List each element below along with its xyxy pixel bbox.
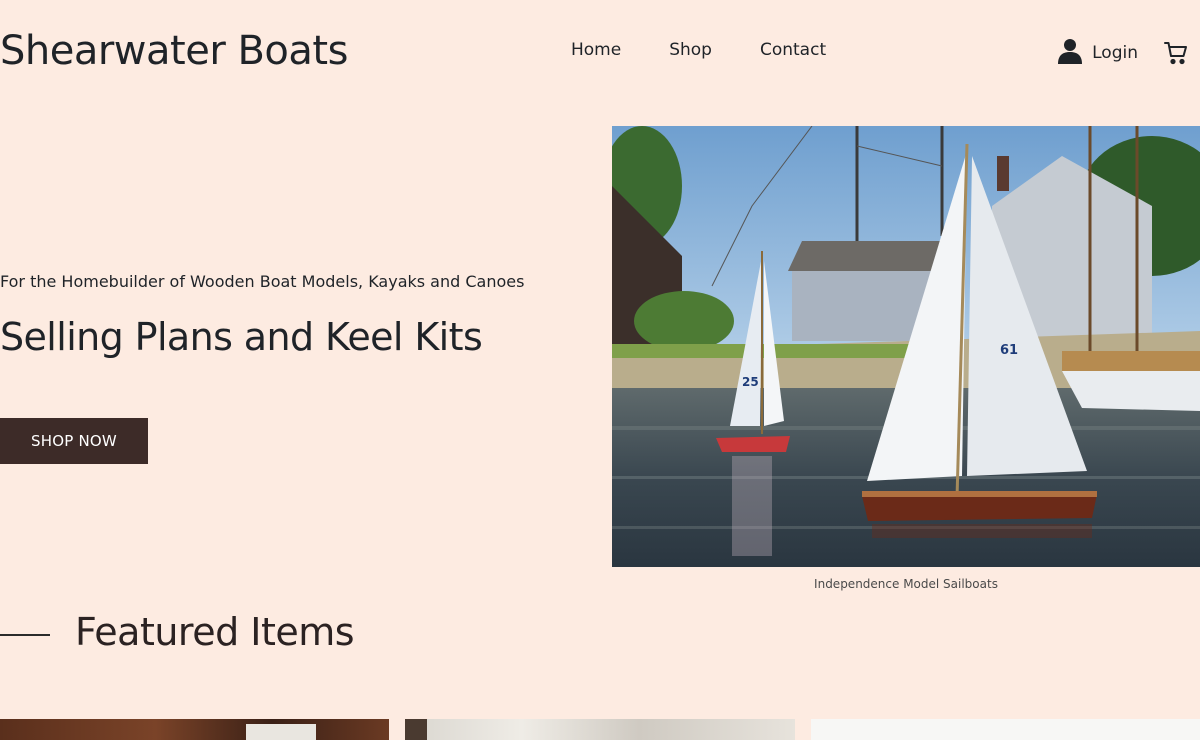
featured-divider [0, 634, 50, 636]
site-title[interactable]: Shearwater Boats [0, 28, 348, 74]
featured-item-image[interactable] [405, 719, 795, 740]
hero-headline: Selling Plans and Keel Kits [0, 315, 483, 359]
main-nav: Home Shop Contact [571, 40, 826, 60]
site-header: Shearwater Boats Home Shop Contact Login [0, 0, 1200, 110]
shop-now-button[interactable]: SHOP NOW [0, 418, 148, 464]
featured-title: Featured Items [75, 610, 355, 654]
nav-shop-link[interactable]: Shop [669, 40, 712, 60]
login-label: Login [1092, 43, 1138, 63]
hero-text: For the Homebuilder of Wooden Boat Model… [0, 272, 590, 359]
nav-home-link[interactable]: Home [571, 40, 621, 60]
hero-image: 25 61 [612, 126, 1200, 567]
account-area: Login [1058, 38, 1188, 68]
cart-icon[interactable] [1164, 41, 1188, 65]
hero-image-caption: Independence Model Sailboats [814, 577, 998, 591]
login-button[interactable]: Login [1058, 38, 1138, 68]
hero-eyebrow: For the Homebuilder of Wooden Boat Model… [0, 272, 525, 291]
featured-item-image[interactable] [811, 719, 1200, 740]
featured-item-image[interactable] [0, 719, 389, 740]
user-icon [1058, 38, 1083, 68]
sail-number-61: 61 [1000, 343, 1018, 358]
featured-items-grid [0, 719, 1200, 740]
sail-number-25: 25 [742, 375, 759, 389]
nav-contact-link[interactable]: Contact [760, 40, 826, 60]
